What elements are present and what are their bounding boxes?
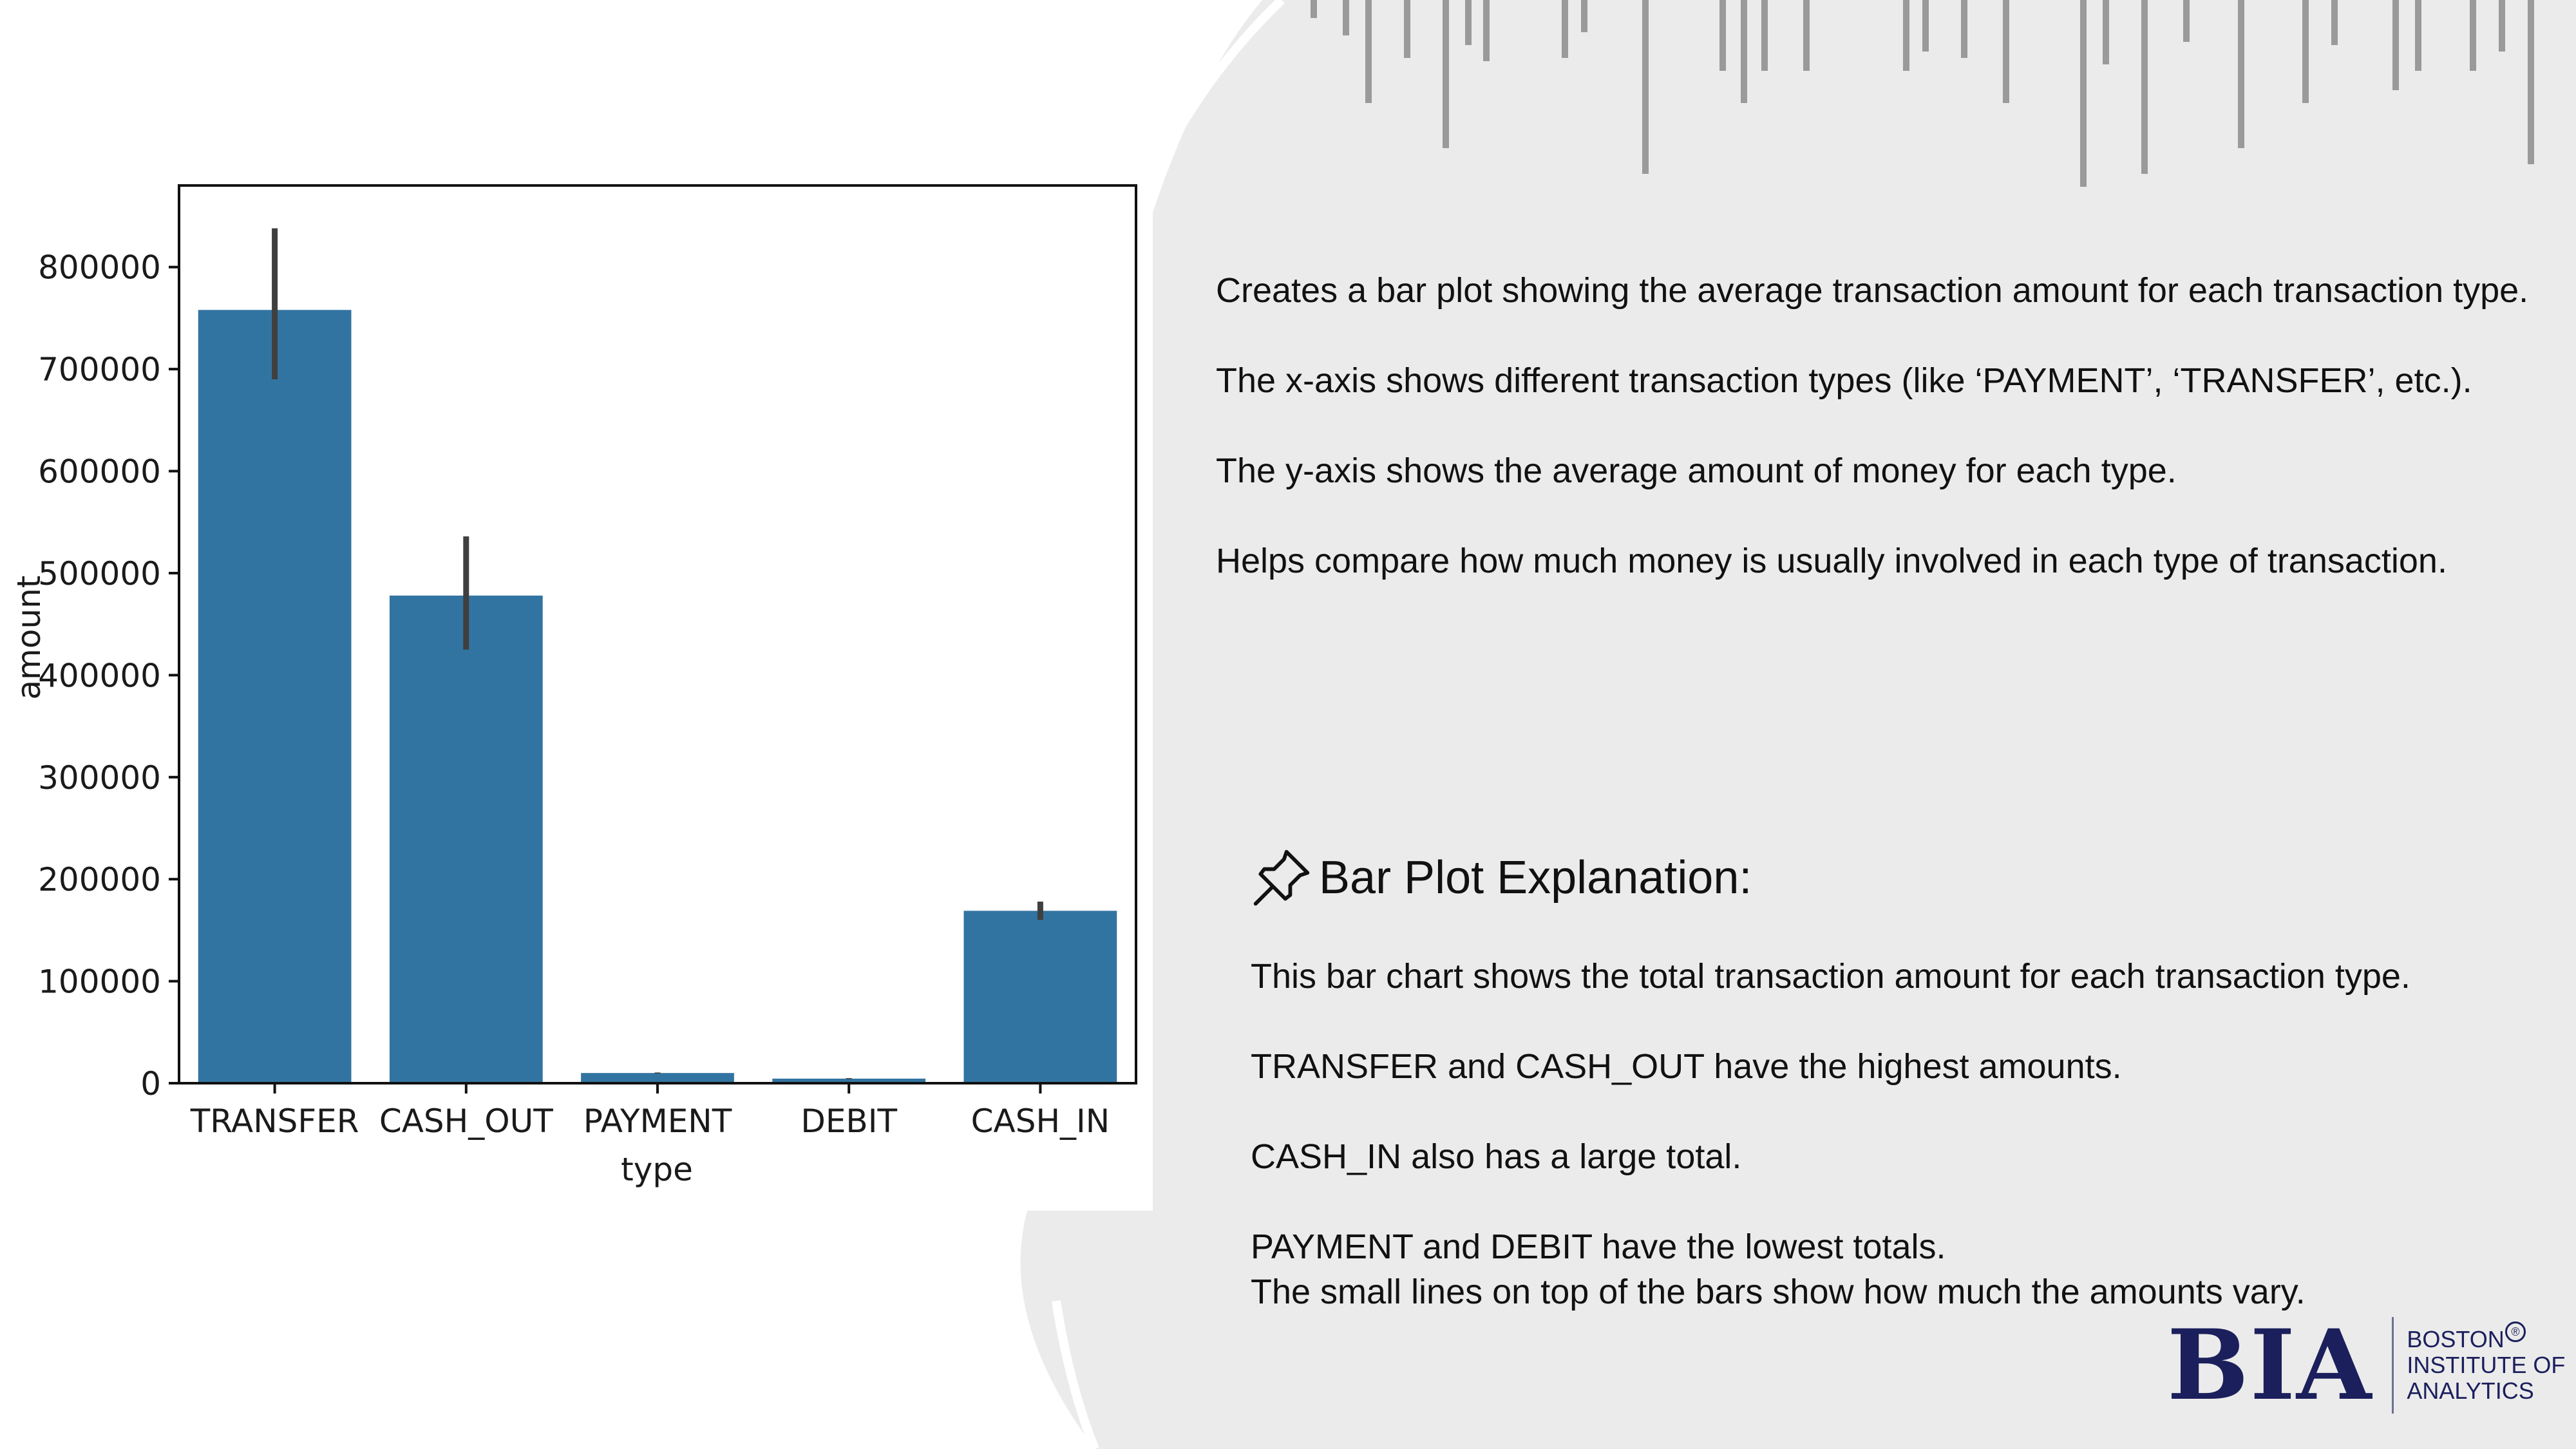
x-tick-label-payment: PAYMENT (583, 1103, 732, 1140)
bar-payment (581, 1073, 734, 1083)
y-tick-label: 800000 (38, 249, 161, 287)
explanation-line-1: This bar chart shows the total transacti… (1251, 957, 2410, 996)
bia-logo-mark: BIA (2167, 1309, 2373, 1422)
description-line-1: Creates a bar plot showing the average t… (1216, 271, 2529, 310)
registered-mark-icon: ® (2505, 1321, 2526, 1342)
x-ticks-group: TRANSFER CASH_OUT PAYMENT DEBIT CASH_IN (190, 1083, 1110, 1140)
x-tick-label-debit: DEBIT (800, 1103, 897, 1140)
pushpin-icon (1253, 849, 1310, 906)
y-tick-label: 400000 (38, 657, 161, 694)
y-tick-label: 200000 (38, 861, 161, 898)
explanation-title: Bar Plot Explanation: (1319, 852, 1752, 904)
explanation-heading: Bar Plot Explanation: (1251, 847, 1752, 909)
y-tick-label: 600000 (38, 453, 161, 491)
explanation-line-5: The small lines on top of the bars show … (1251, 1273, 2306, 1311)
bar-chart: 0 100000 200000 300000 400000 500000 600000 700… (10, 184, 1137, 1188)
y-tick-label: 700000 (38, 351, 161, 388)
bar-transfer (198, 310, 352, 1084)
description-line-2: The x-axis shows different transaction t… (1216, 361, 2472, 400)
explanation-line-3: CASH_IN also has a large total. (1251, 1137, 1742, 1176)
y-tick-label: 0 (140, 1065, 161, 1103)
y-tick-label: 500000 (38, 555, 161, 592)
y-tick-label: 300000 (38, 759, 161, 797)
bar-cash-in (963, 911, 1117, 1083)
y-axis-label: amount (10, 576, 48, 700)
x-tick-label-cash-out: CASH_OUT (379, 1103, 553, 1140)
x-tick-label-transfer: TRANSFER (190, 1103, 359, 1140)
explanation-line-2: TRANSFER and CASH_OUT have the highest a… (1251, 1047, 2122, 1086)
x-tick-label-cash-in: CASH_IN (971, 1103, 1110, 1140)
explanation-line-4: PAYMENT and DEBIT have the lowest totals… (1251, 1227, 1946, 1266)
x-axis-label: type (621, 1151, 693, 1188)
bars-group (198, 310, 1117, 1084)
y-ticks-group: 0 100000 200000 300000 400000 500000 600000 700… (38, 249, 179, 1103)
y-tick-label: 100000 (38, 963, 161, 1001)
description-line-3: The y-axis shows the average amount of m… (1216, 451, 2177, 490)
bia-logo-name: BOSTON INSTITUTE OF ANALYTICS (2407, 1326, 2566, 1404)
logo-separator (2392, 1317, 2394, 1414)
description-line-4: Helps compare how much money is usually … (1216, 542, 2447, 580)
bar-cash-out (389, 595, 543, 1083)
